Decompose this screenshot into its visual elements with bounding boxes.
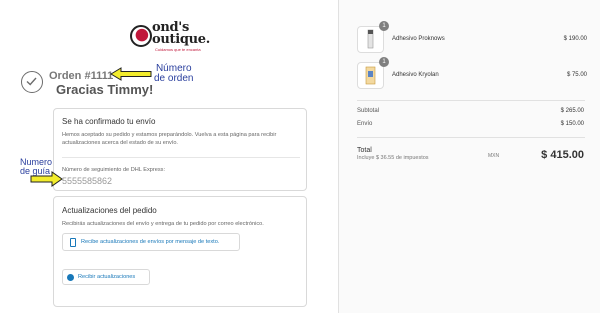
checkmark-icon [21,71,43,93]
sms-updates-button[interactable]: Recibe actualizaciones de envíos por men… [62,233,240,251]
logo-emblem-icon [130,25,152,47]
main-content: ond's outique. Cuidamos que te encanta O… [0,0,338,313]
product-thumbnail [357,62,384,89]
tracking-label: Número de seguimiento de DHL Express: [62,167,166,173]
receive-updates-button[interactable]: Recibir actualizaciones [62,269,150,285]
receive-updates-label: Recibir actualizaciones [78,274,136,280]
logo-tagline: Cuidamos que te encanta [155,47,201,52]
updates-message: Recibirás actualizaciones del envío y en… [62,221,264,227]
subtotal-value: $ 265.00 [560,108,584,114]
sms-button-label: Recibe actualizaciones de envíos por men… [81,239,220,245]
shipping-value: $ 150.00 [560,121,584,127]
messenger-icon [67,274,74,281]
shipping-message: Hemos aceptado su pedido y estamos prepa… [62,132,277,146]
order-status-page: ond's outique. Cuidamos que te encanta O… [0,0,600,313]
tracking-arrow-icon [30,171,63,187]
order-arrow-icon [110,67,152,81]
shipping-confirmation-card: Se ha confirmado tu envío Hemos aceptado… [53,108,307,191]
updates-heading: Actualizaciones del pedido [62,206,157,215]
tracking-number[interactable]: 5555585862 [62,176,112,186]
order-number: Orden #1111 [49,70,114,82]
phone-icon [70,238,76,247]
cart-item: 1 Adhesivo Kryolan $ 75.00 [357,57,587,92]
item-name: Adhesivo Proknows [392,36,445,42]
order-updates-card: Actualizaciones del pedido Recibirás act… [53,196,307,307]
subtotal-label: Subtotal [357,108,380,114]
store-logo[interactable]: ond's outique. Cuidamos que te encanta [130,20,211,52]
tax-note: Incluye $ 36.55 de impuestos [357,155,429,161]
item-name: Adhesivo Kryolan [392,72,439,78]
order-summary-sidebar: 1 Adhesivo Proknows $ 190.00 1 Adhesivo … [338,0,600,313]
quantity-badge: 1 [379,21,389,31]
item-price: $ 190.00 [563,36,587,42]
quantity-badge: 1 [379,57,389,67]
divider [62,157,300,158]
total-value: $ 415.00 [541,149,584,161]
shipping-label: Envío [357,121,373,127]
currency-code: MXN [488,153,500,159]
divider [357,100,585,101]
cart-item: 1 Adhesivo Proknows $ 190.00 [357,21,587,56]
divider [357,137,585,138]
shipping-heading: Se ha confirmado tu envío [62,117,156,126]
product-thumbnail [357,26,384,53]
total-label: Total [357,147,372,154]
thanks-heading: Gracias Timmy! [56,82,154,97]
item-price: $ 75.00 [566,72,587,78]
logo-text: ond's outique. [152,20,211,47]
order-number-note: Número de orden [154,63,194,84]
